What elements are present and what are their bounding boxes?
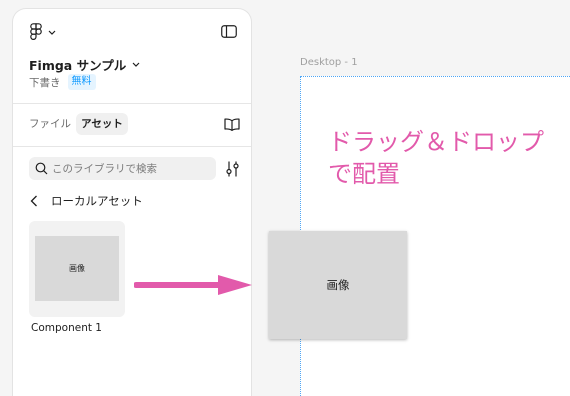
sliders-icon[interactable] xyxy=(226,161,239,177)
dropped-image[interactable]: 画像 xyxy=(269,231,407,339)
tab-assets[interactable]: アセット xyxy=(76,113,128,135)
project-meta: 下書き 無料 xyxy=(29,74,96,90)
chevron-down-icon xyxy=(132,62,140,67)
divider xyxy=(13,146,251,147)
tab-files[interactable]: ファイル xyxy=(29,113,71,135)
left-panel: Fimga サンプル 下書き 無料 ファイル アセット このライブラリで検索 ロ… xyxy=(12,8,252,396)
breadcrumb-label[interactable]: ローカルアセット xyxy=(51,193,143,209)
dropped-image-text: 画像 xyxy=(326,278,350,292)
asset-thumbnail: 画像 xyxy=(35,236,119,301)
figma-logo-icon xyxy=(30,23,42,41)
project-name: Fimga サンプル xyxy=(29,57,127,73)
chevron-down-icon xyxy=(48,30,56,35)
arrow-right-icon xyxy=(134,274,254,296)
asset-thumbnail-text: 画像 xyxy=(69,264,85,273)
asset-card[interactable]: 画像 xyxy=(29,221,125,317)
search-field[interactable] xyxy=(29,157,216,180)
annotation-line: で配置 xyxy=(328,160,400,188)
project-name-button[interactable]: Fimga サンプル xyxy=(29,55,140,73)
sidebar-toggle-icon[interactable] xyxy=(221,25,237,38)
plan-badge[interactable]: 無料 xyxy=(67,74,96,90)
book-icon[interactable] xyxy=(224,118,240,131)
chevron-left-icon[interactable] xyxy=(29,194,39,208)
project-location[interactable]: 下書き xyxy=(29,75,61,90)
frame-label[interactable]: Desktop - 1 xyxy=(300,57,358,69)
annotation-text: ドラッグ＆ドロップ で配置 xyxy=(328,126,544,190)
divider xyxy=(13,103,251,104)
search-input[interactable] xyxy=(29,157,216,180)
annotation-line: ドラッグ＆ドロップ xyxy=(328,128,544,156)
asset-name: Component 1 xyxy=(31,322,102,334)
app-window: Fimga サンプル 下書き 無料 ファイル アセット このライブラリで検索 ロ… xyxy=(0,0,570,396)
main-menu-button[interactable] xyxy=(27,21,62,43)
